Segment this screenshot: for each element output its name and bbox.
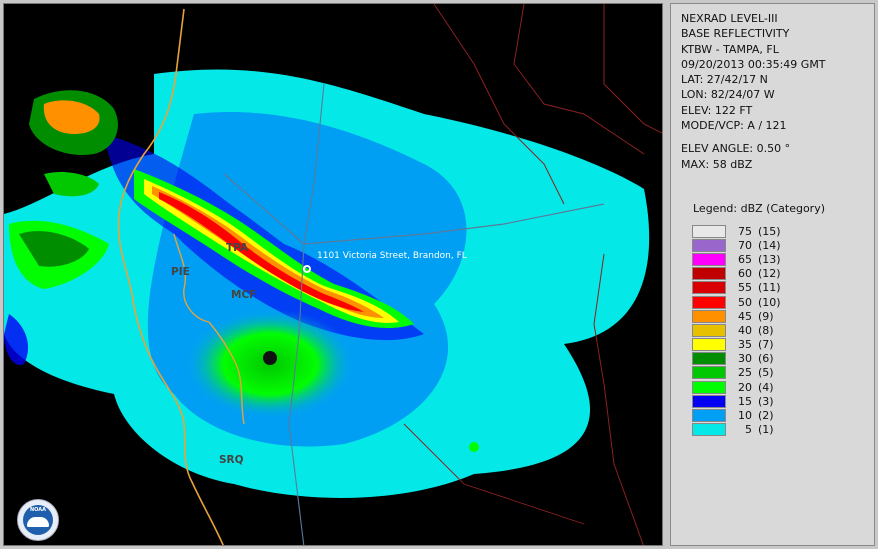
label-srq: SRQ xyxy=(219,454,244,466)
legend-row: 25 (5) xyxy=(692,366,781,380)
legend-swatch xyxy=(692,252,726,266)
station-elev: ELEV: 122 FT xyxy=(681,103,753,117)
legend-category: (7) xyxy=(758,338,774,352)
legend-category: (2) xyxy=(758,409,774,423)
location-marker[interactable] xyxy=(303,265,311,273)
legend-row: 60 (12) xyxy=(692,267,781,281)
legend-value: 25 xyxy=(738,366,752,380)
legend-category: (15) xyxy=(758,224,781,238)
legend-value: 65 xyxy=(738,252,752,266)
legend-swatch xyxy=(692,366,726,380)
legend-title: Legend: dBZ (Category) xyxy=(693,202,825,215)
legend-value: 15 xyxy=(738,394,752,408)
legend-category: (13) xyxy=(758,252,781,266)
legend-row: 5 (1) xyxy=(692,423,781,437)
legend-value: 55 xyxy=(738,281,752,295)
legend-category: (12) xyxy=(758,267,781,281)
legend-category: (9) xyxy=(758,309,774,323)
product-name: NEXRAD LEVEL-III xyxy=(681,12,778,25)
legend-row: 15 (3) xyxy=(692,394,781,408)
legend: 75 (15) 70 (14) 65 (13) 60 (12) 55 (11) 50 (10) 45 (9… xyxy=(692,224,781,437)
max-dbz: MAX: 58 dBZ xyxy=(681,157,753,171)
station-name: KTBW - TAMPA, FL xyxy=(681,42,779,56)
legend-row: 40 (8) xyxy=(692,323,781,337)
noaa-logo-text: NOAA xyxy=(29,507,47,513)
legend-row: 75 (15) xyxy=(692,224,781,238)
legend-category: (11) xyxy=(758,281,781,295)
legend-swatch xyxy=(692,409,726,423)
legend-category: (4) xyxy=(758,380,774,394)
legend-value: 45 xyxy=(738,309,752,323)
legend-value: 20 xyxy=(738,380,752,394)
product-type: BASE REFLECTIVITY xyxy=(681,27,790,41)
legend-row: 10 (2) xyxy=(692,408,781,423)
legend-row: 35 (7) xyxy=(692,338,781,352)
radar-info: NEXRAD LEVEL-III BASE REFLECTIVITY KTBW … xyxy=(681,11,826,172)
label-mcf: MCF xyxy=(231,289,257,301)
scan-datetime: 09/20/2013 00:35:49 GMT xyxy=(681,57,826,71)
noaa-logo: NOAA xyxy=(17,499,59,541)
radar-map[interactable]: TPA PIE MCF SRQ 1101 Victoria Street, Br… xyxy=(3,3,663,546)
info-panel: NEXRAD LEVEL-III BASE REFLECTIVITY KTBW … xyxy=(670,3,875,546)
legend-value: 75 xyxy=(738,224,752,238)
legend-swatch xyxy=(692,238,726,252)
legend-row: 30 (6) xyxy=(692,352,781,366)
legend-value: 35 xyxy=(738,338,752,352)
label-tpa: TPA xyxy=(226,242,249,254)
legend-category: (5) xyxy=(758,366,774,380)
legend-value: 40 xyxy=(738,323,752,337)
legend-category: (8) xyxy=(758,323,774,337)
legend-swatch xyxy=(692,295,726,309)
legend-swatch xyxy=(692,423,726,437)
legend-swatch xyxy=(692,224,726,238)
legend-swatch xyxy=(692,338,726,352)
station-lat: LAT: 27/42/17 N xyxy=(681,73,768,87)
station-lon: LON: 82/24/07 W xyxy=(681,88,775,102)
legend-value: 70 xyxy=(738,238,752,252)
legend-value: 5 xyxy=(745,423,752,437)
legend-category: (1) xyxy=(758,423,774,437)
legend-category: (6) xyxy=(758,352,774,366)
legend-row: 45 (9) xyxy=(692,309,781,323)
elev-angle: ELEV ANGLE: 0.50 ° xyxy=(681,142,791,156)
legend-row: 20 (4) xyxy=(692,380,781,394)
legend-swatch xyxy=(692,380,726,394)
legend-category: (3) xyxy=(758,394,774,408)
legend-row: 50 (10) xyxy=(692,295,781,309)
legend-swatch xyxy=(692,267,726,281)
legend-swatch xyxy=(692,394,726,408)
legend-swatch xyxy=(692,309,726,323)
legend-row: 70 (14) xyxy=(692,238,781,252)
legend-value: 60 xyxy=(738,267,752,281)
legend-swatch xyxy=(692,323,726,337)
legend-value: 10 xyxy=(738,409,752,423)
legend-value: 30 xyxy=(738,352,752,366)
legend-swatch xyxy=(692,352,726,366)
radar-image xyxy=(4,4,662,545)
location-address: 1101 Victoria Street, Brandon, FL xyxy=(317,251,467,261)
legend-category: (10) xyxy=(758,295,781,309)
legend-row: 55 (11) xyxy=(692,281,781,295)
mode-vcp: MODE/VCP: A / 121 xyxy=(681,119,787,133)
legend-row: 65 (13) xyxy=(692,252,781,266)
legend-swatch xyxy=(692,281,726,295)
legend-value: 50 xyxy=(738,295,752,309)
legend-category: (14) xyxy=(758,238,781,252)
label-pie: PIE xyxy=(171,266,190,278)
